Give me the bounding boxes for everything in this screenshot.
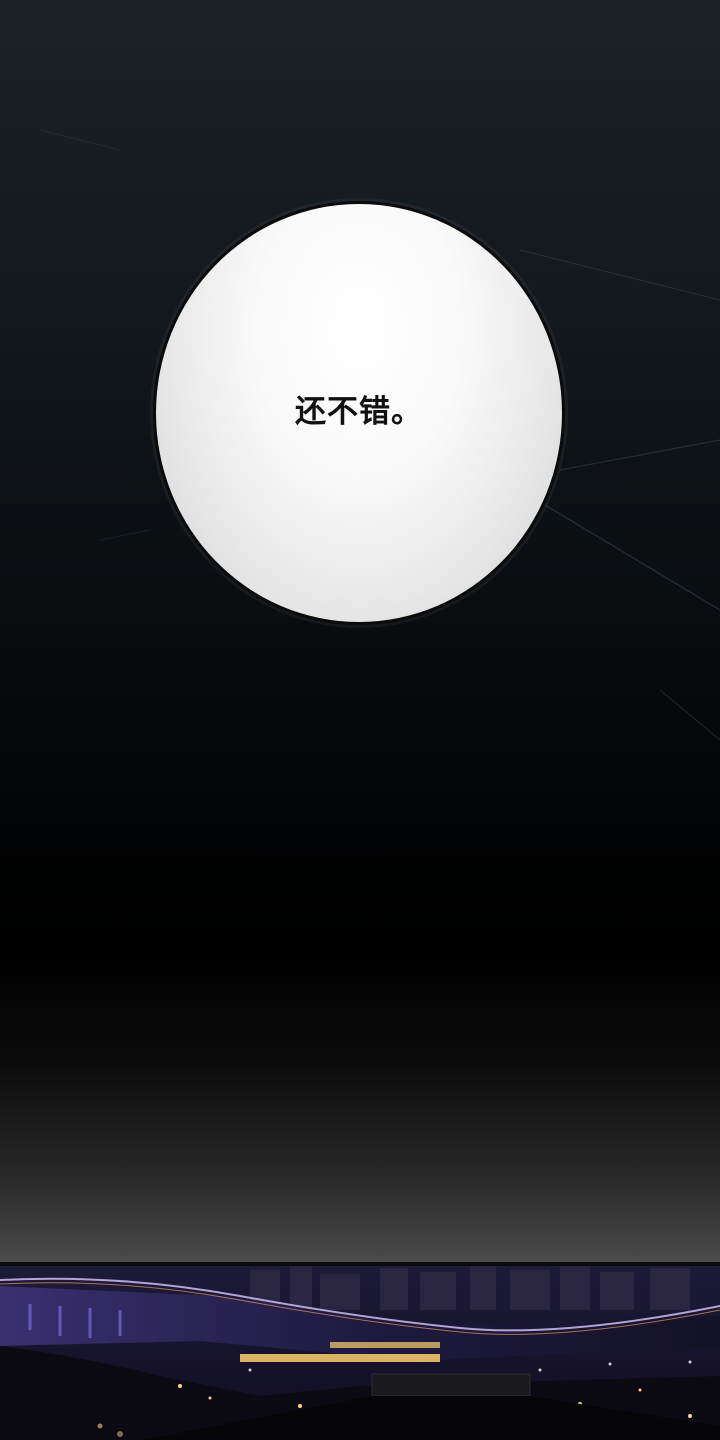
speech-bubble: 还不错。 [153, 201, 565, 625]
dialogue-text: 还不错。 [295, 394, 423, 430]
night-city-panel [0, 1262, 720, 1440]
comic-page: 还不错。 [0, 0, 720, 1440]
night-city-illustration [0, 1266, 720, 1440]
